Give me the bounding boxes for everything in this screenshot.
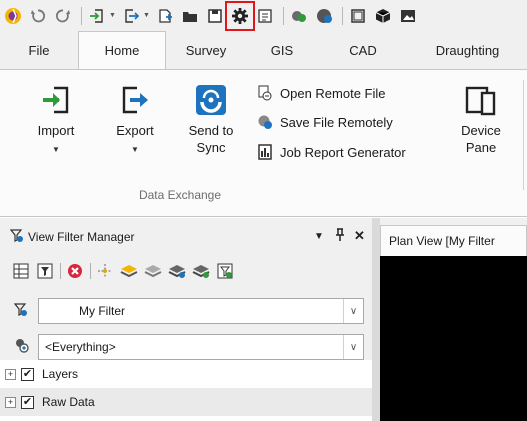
undo-icon[interactable]	[27, 5, 49, 27]
logo-icon[interactable]	[2, 5, 24, 27]
device-pane-icon	[465, 84, 497, 116]
tab-plan-view[interactable]: Plan View [My Filter	[380, 225, 527, 256]
layer-stack-dark-icon[interactable]	[168, 262, 186, 280]
remote-open-icon	[256, 84, 274, 102]
quick-access-toolbar: ▼ ▼	[0, 0, 527, 31]
chevron-down-icon[interactable]: ∨	[343, 299, 363, 323]
panel-title: View Filter Manager	[28, 230, 135, 244]
report-generator-icon	[256, 143, 274, 161]
job-report-generator-button[interactable]: Job Report Generator	[256, 143, 406, 161]
import-small-icon[interactable]	[86, 5, 108, 27]
send-to-sync-button[interactable]: Send to Sync	[180, 84, 242, 156]
ribbon-group-separator	[523, 80, 524, 190]
export-button[interactable]: Export ▼	[104, 84, 166, 158]
tab-cad[interactable]: CAD	[318, 31, 408, 69]
export-label: Export	[116, 123, 154, 138]
toolbar-separator	[81, 6, 82, 25]
send-to-sync-label-2: Sync	[196, 140, 226, 155]
new-icon[interactable]	[154, 5, 176, 27]
chevron-down-icon[interactable]: ▼	[109, 12, 116, 19]
tree-row[interactable]: + ✔ Layers	[0, 360, 372, 388]
filter-icon	[13, 302, 28, 320]
panel-toolbar	[0, 256, 372, 286]
save-file-remotely-label: Save File Remotely	[280, 114, 393, 130]
scope-select[interactable]: <Everything> ∨	[38, 334, 364, 360]
import-button[interactable]: Import ▼	[26, 84, 86, 158]
toolbar-separator	[90, 263, 91, 279]
filter-apply-icon[interactable]	[36, 262, 54, 280]
tab-draughting[interactable]: Draughting	[408, 31, 527, 69]
toolbar-separator	[282, 6, 284, 25]
scope-select-value: <Everything>	[45, 340, 116, 354]
tab-gis[interactable]: GIS	[246, 31, 318, 69]
filter-icon	[9, 228, 24, 246]
highlight-box	[224, 0, 255, 31]
device-pane-label-2: Pane	[465, 140, 497, 155]
chevron-down-icon[interactable]: ∨	[343, 335, 363, 359]
layer-stack-gray-icon[interactable]	[144, 262, 162, 280]
ribbon-tabs: File Home Survey GIS CAD Draughting	[0, 31, 527, 69]
save-icon[interactable]	[204, 5, 226, 27]
scope-select-row: <Everything> ∨	[0, 330, 372, 364]
filter-grid-icon[interactable]	[12, 262, 30, 280]
device-pane-label: Device	[461, 123, 501, 138]
tree-item-label: Raw Data	[42, 395, 95, 409]
send-to-sync-label: Send to	[188, 123, 234, 138]
tree-row[interactable]: + ✔ Raw Data	[0, 388, 372, 416]
globe-icon[interactable]	[313, 5, 335, 27]
toolbar-separator	[60, 263, 61, 279]
tab-survey[interactable]: Survey	[166, 31, 246, 69]
panel-menu-chevron-icon[interactable]: ▼	[314, 231, 324, 242]
redo-icon[interactable]	[52, 5, 74, 27]
cube-icon[interactable]	[372, 5, 394, 27]
save-file-remotely-button[interactable]: Save File Remotely	[256, 113, 393, 131]
points-icon[interactable]	[96, 262, 114, 280]
window-icon[interactable]	[347, 5, 369, 27]
filter-select-row: My Filter ∨	[0, 294, 372, 328]
panel-close-icon[interactable]: ✕	[354, 228, 365, 244]
sync-icon	[195, 84, 227, 116]
raw-data-checkbox[interactable]: ✔	[21, 395, 34, 409]
tab-file[interactable]: File	[0, 31, 78, 69]
ribbon-panel: Import ▼ Export ▼ Send to Sync Open Remo…	[0, 69, 527, 217]
plan-view-canvas[interactable]	[380, 256, 527, 421]
filter-add-icon[interactable]	[216, 262, 234, 280]
device-pane-button[interactable]: Device Pane	[454, 84, 508, 156]
filter-select-value: My Filter	[79, 304, 125, 318]
tab-home[interactable]: Home	[78, 31, 166, 69]
export-small-icon[interactable]	[120, 5, 142, 27]
filter-select[interactable]: My Filter ∨	[38, 298, 364, 324]
image-icon[interactable]	[397, 5, 419, 27]
ribbon-group-label: Data Exchange	[138, 188, 222, 202]
view-filter-manager-panel: View Filter Manager ▼ ✕ My Filter ∨ <Eve…	[0, 218, 372, 421]
import-label: Import	[37, 123, 75, 138]
remote-save-icon	[256, 113, 274, 131]
expand-icon[interactable]: +	[5, 368, 16, 380]
expand-icon[interactable]: +	[5, 396, 16, 408]
export-icon	[119, 84, 151, 116]
open-remote-file-button[interactable]: Open Remote File	[256, 84, 386, 102]
report-icon[interactable]	[254, 5, 276, 27]
settings-icon[interactable]	[224, 0, 255, 31]
view-tab-strip: Plan View [My Filter	[380, 218, 527, 256]
chevron-down-icon[interactable]: ▼	[143, 12, 150, 19]
pane-splitter[interactable]	[372, 218, 380, 421]
layers-icon[interactable]	[288, 5, 310, 27]
open-icon[interactable]	[179, 5, 201, 27]
layer-stack-icon[interactable]	[120, 262, 138, 280]
chevron-down-icon: ▼	[131, 145, 139, 154]
filter-tree: + ✔ Layers + ✔ Raw Data	[0, 360, 372, 421]
tree-item-label: Layers	[42, 367, 79, 381]
job-report-generator-label: Job Report Generator	[280, 144, 406, 160]
scope-icon	[14, 338, 30, 357]
layers-checkbox[interactable]: ✔	[21, 367, 34, 381]
import-icon	[40, 84, 72, 116]
open-remote-file-label: Open Remote File	[280, 85, 386, 101]
layer-stack-green-icon[interactable]	[192, 262, 210, 280]
delete-icon[interactable]	[66, 262, 84, 280]
chevron-down-icon: ▼	[52, 145, 60, 154]
toolbar-separator	[341, 6, 343, 25]
pin-icon[interactable]	[334, 228, 346, 245]
